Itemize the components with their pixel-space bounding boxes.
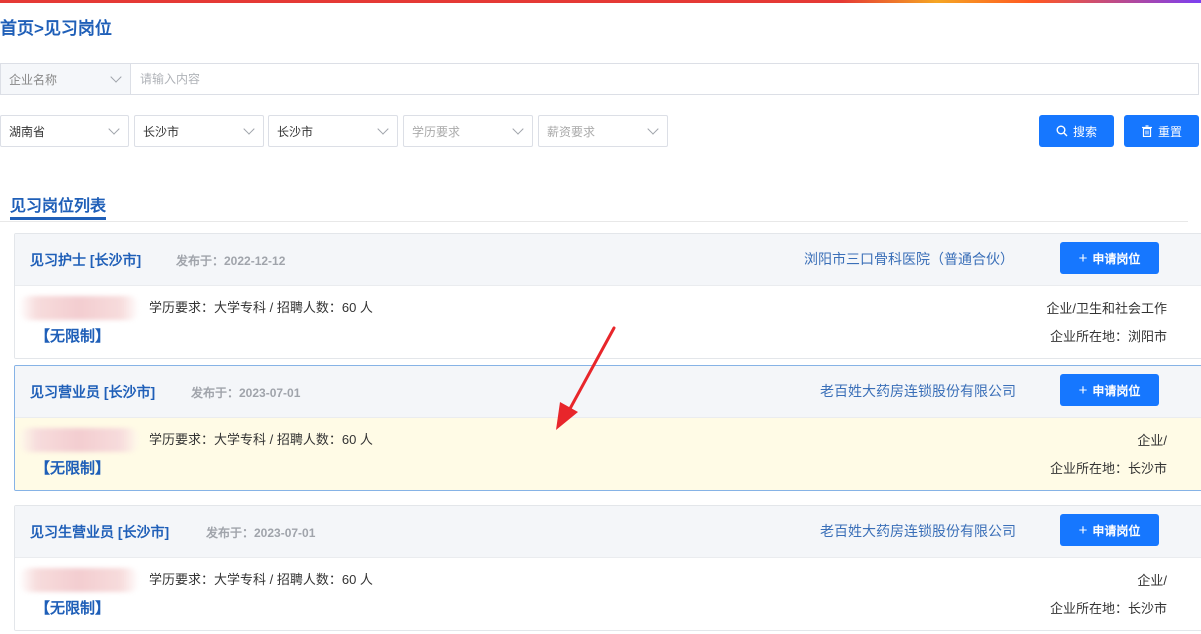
search-bar: 企业名称 [0, 63, 1199, 95]
chevron-down-icon [512, 122, 524, 135]
job-requirements: 学历要求：大学专科 / 招聘人数：60 人 [149, 572, 373, 587]
apply-job-button[interactable]: + 申请岗位 [1060, 514, 1159, 546]
reset-button[interactable]: 重置 [1124, 115, 1199, 147]
apply-button-label: 申请岗位 [1092, 383, 1141, 398]
company-location: 企业所在地：长沙市 [1049, 601, 1167, 616]
plus-icon: + [1078, 249, 1088, 267]
search-button-label: 搜索 [1072, 124, 1097, 139]
job-requirements: 学历要求：大学专科 / 招聘人数：60 人 [149, 300, 373, 315]
filter-row: 湖南省 长沙市 长沙市 学历要求 薪资要求 搜索 重置 [0, 115, 1201, 147]
job-title[interactable]: 见习护士 [长沙市] [30, 250, 141, 270]
job-publish-date: 发布于：2023-07-01 [206, 526, 316, 540]
salary-redacted-block [19, 296, 139, 320]
province-select[interactable]: 湖南省 [0, 115, 129, 147]
salary-redacted-block [19, 428, 139, 452]
breadcrumb: 首页>见习岗位 [0, 14, 112, 39]
company-location: 企业所在地：长沙市 [1049, 461, 1167, 476]
section-divider [0, 221, 1188, 222]
city-select[interactable]: 长沙市 [134, 115, 264, 147]
breadcrumb-separator: > [34, 19, 44, 38]
apply-button-label: 申请岗位 [1092, 251, 1141, 266]
trash-icon [1141, 125, 1152, 137]
breadcrumb-home[interactable]: 首页 [0, 14, 34, 39]
reset-button-label: 重置 [1157, 124, 1182, 139]
company-name-link[interactable]: 老百姓大药房连锁股份有限公司 [820, 521, 1016, 541]
company-location: 企业所在地：浏阳市 [1049, 329, 1167, 344]
top-accent-bar [0, 0, 1201, 3]
plus-icon: + [1078, 381, 1088, 399]
chevron-down-icon [647, 122, 659, 135]
apply-job-button[interactable]: + 申请岗位 [1060, 242, 1159, 274]
keyword-input[interactable] [131, 64, 1198, 94]
chevron-down-icon [110, 70, 122, 83]
company-industry: 企业/ [1137, 433, 1167, 448]
company-name-link[interactable]: 老百姓大药房连锁股份有限公司 [820, 381, 1016, 401]
annotation-arrow-icon [556, 326, 616, 430]
salary-redacted-block [19, 568, 139, 592]
company-industry: 企业/卫生和社会工作 [1046, 301, 1167, 316]
plus-icon: + [1078, 521, 1088, 539]
company-name-link[interactable]: 浏阳市三口骨科医院（普通合伙） [804, 249, 1014, 269]
company-select-label: 企业名称 [9, 72, 58, 87]
salary-tag: 【无限制】 [35, 328, 111, 345]
apply-button-label: 申请岗位 [1092, 523, 1141, 538]
salary-tag: 【无限制】 [35, 460, 111, 477]
job-card-header: 见习护士 [长沙市] 发布于：2022-12-12 浏阳市三口骨科医院（普通合伙… [15, 234, 1201, 286]
education-select[interactable]: 学历要求 [403, 115, 533, 147]
salary-select[interactable]: 薪资要求 [538, 115, 668, 147]
search-button[interactable]: 搜索 [1039, 115, 1114, 147]
chevron-down-icon [243, 122, 255, 135]
education-placeholder: 学历要求 [412, 124, 461, 139]
search-icon [1056, 125, 1068, 137]
company-name-select[interactable]: 企业名称 [1, 64, 131, 94]
job-card-header: 见习生营业员 [长沙市] 发布于：2023-07-01 老百姓大药房连锁股份有限… [15, 506, 1201, 558]
salary-tag: 【无限制】 [35, 600, 111, 617]
salary-placeholder: 薪资要求 [547, 124, 596, 139]
job-title[interactable]: 见习营业员 [长沙市] [30, 382, 155, 402]
job-card-body: 学历要求：大学专科 / 招聘人数：60 人 【无限制】 企业/ 企业所在地：长沙… [15, 558, 1201, 630]
section-title-underline [10, 217, 106, 220]
job-card[interactable]: 见习生营业员 [长沙市] 发布于：2023-07-01 老百姓大药房连锁股份有限… [14, 505, 1201, 631]
chevron-down-icon [108, 122, 120, 135]
chevron-down-icon [377, 122, 389, 135]
district-value: 长沙市 [277, 124, 314, 139]
district-select[interactable]: 长沙市 [268, 115, 398, 147]
apply-job-button[interactable]: + 申请岗位 [1060, 374, 1159, 406]
company-industry: 企业/ [1137, 573, 1167, 588]
job-title[interactable]: 见习生营业员 [长沙市] [30, 522, 169, 542]
job-requirements: 学历要求：大学专科 / 招聘人数：60 人 [149, 432, 373, 447]
job-publish-date: 发布于：2022-12-12 [176, 254, 286, 268]
breadcrumb-current: 见习岗位 [43, 19, 112, 38]
city-value: 长沙市 [143, 124, 180, 139]
province-value: 湖南省 [9, 124, 46, 139]
section-title: 见习岗位列表 [10, 198, 107, 215]
job-publish-date: 发布于：2023-07-01 [191, 386, 301, 400]
